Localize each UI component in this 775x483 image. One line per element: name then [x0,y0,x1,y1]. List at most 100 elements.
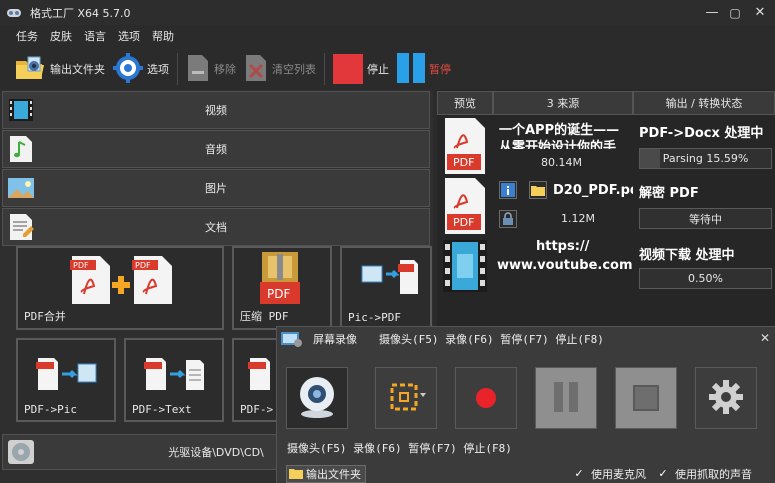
checkmark-icon: ✓ [658,467,668,480]
task-source-url-line2: www.voutube.com [497,258,633,273]
category-document-label: 文档 [205,221,227,234]
task-row[interactable]: https:// www.voutube.com 视频下载 处理中 0.50% [437,238,775,296]
tab-source[interactable]: 3 来源 [493,91,633,115]
pause-icon [397,52,425,86]
tab-output-status[interactable]: 输出 / 转换状态 [633,91,775,115]
record-button[interactable] [455,367,517,429]
category-document[interactable]: 文档 [2,208,430,246]
menu-skin[interactable]: 皮肤 [50,28,72,44]
tile-compress-pdf-label: 压缩 PDF [240,310,289,323]
region-select-icon [386,377,426,420]
output-folder-button[interactable]: 输出文件夹 [10,51,109,87]
options-button[interactable]: 选项 [109,51,173,87]
clear-list-icon [244,53,268,86]
region-select-button[interactable] [375,367,437,429]
task-status: PDF->Docx 处理中 [639,126,764,141]
screen-recorder-panel: 屏幕录像 摄像头(F5) 录像(F6) 暂停(F7) 停止(F8) ✕ 摄像头(… [276,326,775,483]
pause-icon [552,380,580,417]
close-button[interactable]: ✕ [740,0,775,25]
pdf-to-pic-icon [36,356,98,395]
recorder-settings-button[interactable] [695,367,757,429]
task-progress: 等待中 [639,208,772,229]
use-mic-checkbox[interactable]: ✓ 使用麦克风 [573,466,646,482]
pdf-merge-icon: PDF PDF [70,254,174,309]
stop-icon [633,385,659,411]
stop-icon [333,54,363,84]
category-video-label: 视频 [205,104,227,117]
folder-icon[interactable] [529,181,547,199]
pause-button[interactable]: 暂停 [393,51,455,87]
menu-options[interactable]: 选项 [118,28,140,44]
task-file-size: 1.12M [561,212,595,225]
toolbar-divider [177,53,178,85]
svg-text:PDF: PDF [73,261,89,270]
stop-record-button[interactable] [615,367,677,429]
category-video[interactable]: 视频 [2,91,430,129]
category-audio[interactable]: 音频 [2,130,430,168]
tab-preview[interactable]: 预览 [437,91,493,115]
svg-text:PDF: PDF [453,156,474,169]
info-icon[interactable] [499,181,517,199]
toolbar: 输出文件夹 选项 移除 清空列表 停止 暂停 [0,48,775,90]
gear-icon [113,52,143,86]
compress-pdf-icon: PDF [258,250,302,311]
task-progress-text: 0.50% [688,272,723,285]
task-progress-text: 等待中 [689,212,722,226]
pdf-to-more-icon [248,356,274,395]
remove-button[interactable]: 移除 [182,51,240,87]
use-mic-label: 使用麦克风 [591,468,646,481]
title-bar: 格式工厂 X64 5.7.0 — ▢ ✕ [0,0,775,25]
tile-pdf-merge[interactable]: PDF PDF PDF合并 [16,246,224,330]
tile-pdf-to-pic[interactable]: PDF->Pic [16,338,116,422]
task-source-name-line2: 从零开始设计你的手 [499,140,617,149]
tile-pdf-to-text[interactable]: PDF->Text [124,338,224,422]
category-image-label: 图片 [205,182,227,195]
webcam-button[interactable] [286,367,348,429]
checkmark-icon: ✓ [574,467,584,480]
recorder-footer: 输出文件夹 ✓ 使用麦克风 ✓ 使用抓取的声音 [277,462,775,483]
task-progress: 0.50% [639,268,772,289]
pdf-file-icon: PDF [443,118,487,174]
task-progress: Parsing 15.59% [639,148,772,169]
tile-pdf-merge-label: PDF合并 [24,310,66,323]
task-source-url: https:// [536,239,590,254]
svg-text:PDF: PDF [135,261,151,270]
tile-compress-pdf[interactable]: PDF 压缩 PDF [232,246,332,330]
category-audio-label: 音频 [205,143,227,156]
use-captured-audio-checkbox[interactable]: ✓ 使用抓取的声音 [657,466,752,482]
record-icon [476,388,496,408]
menu-language[interactable]: 语言 [84,28,106,44]
task-list-header: 预览 3 来源 输出 / 转换状态 [437,91,775,115]
tile-pdf-to-pic-label: PDF->Pic [24,403,77,416]
task-status: 视频下载 处理中 [639,248,735,263]
recorder-header: 屏幕录像 摄像头(F5) 录像(F6) 暂停(F7) 停止(F8) [277,327,775,351]
remove-label: 移除 [214,63,236,76]
recorder-output-folder-button[interactable]: 输出文件夹 [286,465,366,483]
options-label: 选项 [147,63,169,76]
task-source-name: D20_PDF.pdf [553,183,633,198]
menu-task[interactable]: 任务 [16,28,38,44]
window-title: 格式工厂 X64 5.7.0 [30,6,131,20]
menu-help[interactable]: 帮助 [152,28,174,44]
webcam-icon [294,374,340,423]
stop-button[interactable]: 停止 [329,51,393,87]
task-row[interactable]: PDF D20_PDF.pdf 1.12M 解密 PDF 等待中 [437,178,775,236]
tile-pdf-to-more[interactable]: PDF-> [232,338,278,422]
recorder-hotkeys-hint: 摄像头(F5) 录像(F6) 暂停(F7) 停止(F8) [287,442,512,455]
menu-bar: 任务 皮肤 语言 选项 帮助 [0,25,775,47]
tile-pic-to-pdf-label: Pic->PDF [348,311,401,324]
tile-pic-to-pdf[interactable]: Pic->PDF [340,246,432,330]
category-image[interactable]: 图片 [2,169,430,207]
pause-record-button[interactable] [535,367,597,429]
task-progress-fill [640,149,661,168]
task-file-size: 80.14M [541,156,582,169]
folder-icon [14,53,46,86]
recorder-close-button[interactable]: ✕ [760,331,770,345]
task-row[interactable]: PDF 一个APP的诞生—— 从零开始设计你的手 80.14M PDF->Doc… [437,118,775,176]
recorder-output-folder-label: 输出文件夹 [306,468,361,481]
clear-list-button[interactable]: 清空列表 [240,51,320,87]
svg-text:PDF: PDF [267,287,290,301]
screen-record-icon [281,330,303,351]
lock-icon[interactable] [499,210,517,228]
pic-to-pdf-icon [360,258,420,301]
